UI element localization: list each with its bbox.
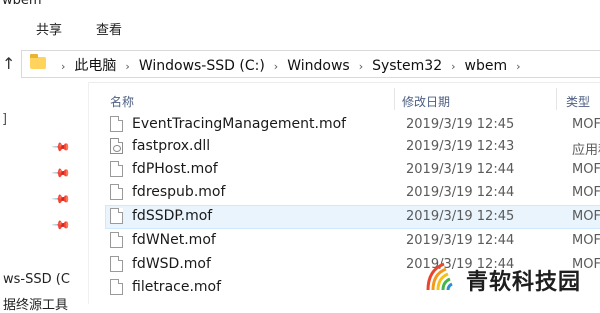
file-row[interactable]: fdWNet.mof 2019/3/19 12:44 MOF [106,230,600,252]
file-row[interactable]: fdrespub.mof 2019/3/19 12:44 MOF [106,182,600,204]
column-headers: 名称 修改日期 类型 [100,84,600,114]
file-name: fdPHost.mof [132,161,218,177]
file-name: fdWSD.mof [132,256,211,272]
file-type: MOF [572,117,600,132]
file-icon [110,116,123,132]
file-date: 2019/3/19 12:44 [406,185,515,200]
file-icon [110,232,123,248]
file-type: MOF [572,185,600,200]
column-divider[interactable] [394,88,395,110]
nav-mark: ] [2,112,8,127]
pin-icon[interactable]: 📌 [51,215,71,235]
file-type: MOF [572,162,600,177]
up-arrow-icon[interactable]: ↑ [2,54,15,73]
breadcrumb-windows[interactable]: Windows [287,58,350,74]
file-name: fdSSDP.mof [132,208,213,224]
file-row[interactable]: fastprox.dll 2019/3/19 12:43 应用程 [106,136,600,158]
file-icon [110,184,123,200]
tab-share[interactable]: 共享 [36,19,62,38]
address-row: ↑ › 此电脑 › Windows-SSD (C:) › Windows › System32… [0,44,600,83]
breadcrumb-system32[interactable]: System32 [372,58,442,74]
watermark: 青软科技园 [422,256,600,300]
column-divider[interactable] [556,88,557,110]
file-name: EventTracingManagement.mof [132,116,347,132]
nav-item-drive[interactable]: ws-SSD (C [3,272,70,287]
window-title: wbem [2,0,42,8]
address-bar[interactable]: › 此电脑 › Windows-SSD (C:) › Windows › System32 › w… [21,50,600,78]
chevron-right-icon[interactable]: › [274,60,278,73]
file-row[interactable]: fdPHost.mof 2019/3/19 12:44 MOF [106,159,600,181]
chevron-right-icon[interactable]: › [61,60,65,73]
dll-file-icon [110,138,123,154]
file-type: MOF [572,209,600,224]
pin-icon[interactable]: 📌 [51,163,71,183]
file-icon [110,279,123,295]
file-name: filetrace.mof [132,279,222,295]
column-type[interactable]: 类型 [566,93,590,110]
breadcrumb-wbem[interactable]: wbem [465,58,508,74]
file-icon [110,208,123,224]
breadcrumb-this-pc[interactable]: 此电脑 [74,58,116,74]
ribbon-tabs: 共享 查看 [0,10,600,45]
file-name: fastprox.dll [132,138,211,154]
file-date: 2019/3/19 12:45 [406,117,515,132]
watermark-logo-icon [426,262,453,291]
pin-icon[interactable]: 📌 [51,189,71,209]
file-type: 应用程 [572,143,600,158]
breadcrumb: › 此电脑 › Windows-SSD (C:) › Windows › System32 › w… [52,55,530,75]
navigation-pane: ] 📌 📌 📌 📌 ws-SSD (C 据终源工具 [0,82,89,313]
file-icon [110,256,123,272]
column-name[interactable]: 名称 [110,93,134,110]
file-date: 2019/3/19 12:43 [406,139,515,154]
chevron-right-icon[interactable]: › [451,60,455,73]
chevron-right-icon[interactable]: › [516,60,520,73]
file-date: 2019/3/19 12:44 [406,162,515,177]
file-type: MOF [572,233,600,248]
file-row[interactable]: EventTracingManagement.mof 2019/3/19 12:… [106,114,600,136]
file-icon [110,161,123,177]
window-title-strip: wbem [0,0,600,10]
file-name: fdrespub.mof [132,184,226,200]
file-row-selected[interactable]: fdSSDP.mof 2019/3/19 12:45 MOF [105,205,600,229]
tab-view[interactable]: 查看 [96,19,122,38]
watermark-text: 青软科技园 [466,270,582,295]
breadcrumb-drive-c[interactable]: Windows-SSD (C:) [139,58,265,74]
pin-icon[interactable]: 📌 [51,137,71,157]
chevron-right-icon[interactable]: › [125,60,129,73]
folder-icon [30,54,46,69]
chevron-right-icon[interactable]: › [359,60,363,73]
file-date: 2019/3/19 12:44 [406,233,515,248]
file-name: fdWNet.mof [132,232,216,248]
file-date: 2019/3/19 12:45 [406,209,515,224]
column-date[interactable]: 修改日期 [402,93,450,110]
